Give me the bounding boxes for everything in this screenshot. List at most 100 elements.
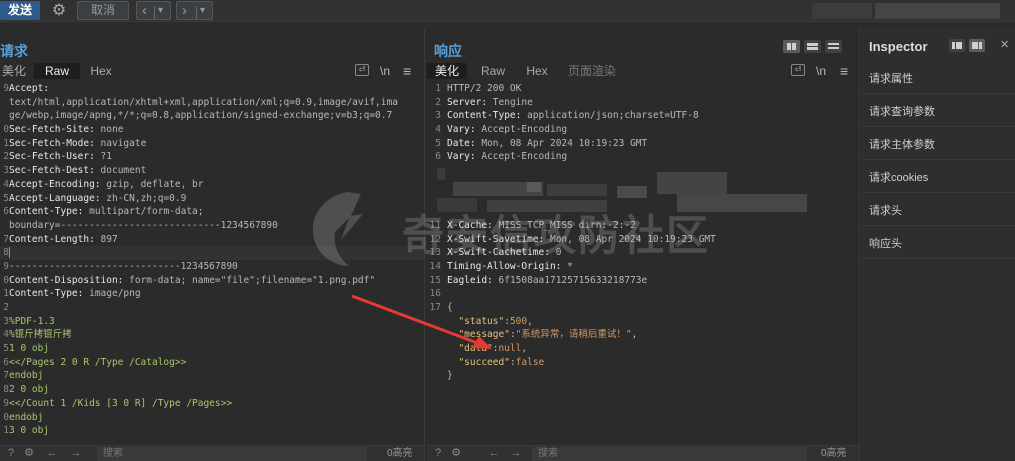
- json-key: "status": [458, 315, 505, 327]
- json-value: 500: [509, 315, 528, 327]
- json-value: "系统异常，请稍后重试！": [515, 329, 632, 341]
- settings-icon[interactable]: ⚙: [449, 447, 463, 460]
- redacted-block: [437, 168, 445, 181]
- inspector-section[interactable]: 请求属性: [861, 64, 1015, 94]
- text-cursor: [9, 247, 10, 259]
- line-text: <</Count 1 /Kids [3 0 R] /Type /Pages>>: [9, 397, 233, 409]
- redacted-target: [812, 3, 872, 19]
- header-name: Eagleid: [447, 274, 488, 286]
- redacted-block: [617, 186, 647, 199]
- redacted-block: [547, 184, 607, 197]
- line-text: multipart/form-data;: [89, 206, 204, 218]
- header-colon: :: [89, 137, 95, 149]
- line-text: application/json;charset=UTF-8: [527, 110, 699, 122]
- inspector-section[interactable]: 请求头: [861, 196, 1015, 226]
- tab-pretty[interactable]: 美化: [0, 63, 28, 79]
- inspector-section[interactable]: 响应头: [861, 229, 1015, 259]
- inspector-section[interactable]: 请求查询参数: [861, 97, 1015, 127]
- line-text: 3 0 obj: [9, 425, 50, 437]
- search-input[interactable]: 搜索: [97, 447, 367, 461]
- redacted-block: [437, 198, 477, 213]
- inspector-layout-icon[interactable]: [949, 39, 965, 52]
- line-text: Accept-Encoding: [481, 151, 568, 163]
- line-number: 8: [3, 247, 9, 259]
- prev-match-icon[interactable]: ←: [45, 447, 59, 460]
- next-match-icon[interactable]: →: [69, 447, 83, 460]
- editor-line: 2: [0, 301, 424, 315]
- chevron-down-icon[interactable]: ▾: [158, 2, 163, 19]
- layout-stacked-icon[interactable]: [804, 40, 821, 53]
- editor-line: 7Content-Length: 897: [0, 233, 424, 247]
- tab-hex[interactable]: Hex: [85, 63, 117, 79]
- json-line: "status":500,: [427, 315, 859, 329]
- line-number: 3: [3, 315, 9, 327]
- help-icon[interactable]: ?: [431, 447, 445, 460]
- tab-pretty[interactable]: 美化: [427, 63, 467, 79]
- response-editor[interactable]: 1 HTTP/2 200 OK 2 Server: Tengine 3 Content-T…: [427, 82, 859, 383]
- wrap-icon[interactable]: ⏎: [791, 64, 805, 76]
- editor-line: 6<</Pages 2 0 R /Type /Catalog>>: [0, 356, 424, 370]
- line-number: 9: [3, 83, 9, 94]
- line-number: 8: [3, 384, 9, 396]
- line-number: 1: [3, 137, 9, 149]
- newline-toggle[interactable]: \n: [380, 64, 390, 78]
- header-colon: :: [94, 178, 101, 190]
- line-text: 0: [555, 247, 562, 259]
- tab-render[interactable]: 页面渲染: [564, 63, 620, 79]
- chevron-down-icon[interactable]: ▾: [200, 2, 205, 19]
- line-text: 1 0 obj: [9, 343, 50, 355]
- send-button[interactable]: 发送: [0, 1, 40, 20]
- header-name: X-Swift-Cachetime: [447, 247, 545, 259]
- json-comma: ,: [527, 315, 533, 327]
- prev-match-icon[interactable]: ←: [487, 447, 501, 460]
- line-text: Tengine: [492, 96, 533, 108]
- header-name: X-Cache: [447, 219, 488, 231]
- cancel-button[interactable]: 取消: [77, 1, 129, 20]
- line-text: <</Pages 2 0 R /Type /Catalog>>: [9, 356, 187, 368]
- line-text: document: [100, 165, 147, 177]
- search-input[interactable]: 搜索: [532, 447, 807, 461]
- json-value: false: [515, 356, 545, 368]
- help-icon[interactable]: ?: [4, 447, 18, 460]
- request-editor[interactable]: 9Accept: text/html,application/xhtml+xml…: [0, 82, 424, 438]
- editor-line: 1 HTTP/2 200 OK: [427, 82, 859, 96]
- json-key: "data": [458, 343, 493, 355]
- request-tabs: 美化 Raw Hex ⏎ \n ≡: [0, 63, 424, 79]
- line-number: 17: [429, 302, 441, 314]
- editor-line: 51 0 obj: [0, 342, 424, 356]
- tab-hex[interactable]: Hex: [521, 63, 553, 79]
- line-number: 4: [3, 178, 9, 190]
- next-match-icon[interactable]: →: [509, 447, 523, 460]
- layout-toggle[interactable]: [783, 34, 853, 53]
- redacted-lines: [427, 164, 859, 219]
- editor-line: 17 {: [427, 301, 859, 315]
- header-name: Sec-Fetch-Site: [9, 124, 90, 136]
- tab-raw[interactable]: Raw: [34, 63, 80, 79]
- menu-icon[interactable]: ≡: [840, 64, 848, 78]
- layout-tabs-icon[interactable]: [825, 40, 842, 53]
- json-key: "message": [458, 329, 510, 341]
- gear-icon[interactable]: ⚙: [48, 1, 70, 20]
- header-colon: :: [77, 206, 84, 218]
- tab-raw[interactable]: Raw: [477, 63, 509, 79]
- inspector-section[interactable]: 请求主体参数: [861, 130, 1015, 160]
- settings-icon[interactable]: ⚙: [22, 447, 36, 460]
- wrap-icon[interactable]: ⏎: [355, 64, 369, 76]
- layout-side-by-side-icon[interactable]: [783, 40, 800, 53]
- back-button[interactable]: ‹ ▾: [136, 1, 171, 20]
- inspector-close-icon[interactable]: ✕: [1000, 38, 1009, 51]
- request-pane: 请求 美化 Raw Hex ⏎ \n ≡ 9Accept: text/html,…: [0, 28, 425, 461]
- editor-line: 9------------------------------123456789…: [0, 260, 424, 274]
- inspector-section[interactable]: 请求cookies: [861, 163, 1015, 193]
- line-number: 5: [3, 192, 9, 204]
- newline-toggle[interactable]: \n: [816, 64, 826, 78]
- line-text: %PDF-1.3: [9, 315, 55, 327]
- menu-icon[interactable]: ≡: [403, 64, 411, 78]
- inspector-layout-icon[interactable]: [969, 39, 985, 52]
- editor-line: 0Sec-Fetch-Site: none: [0, 123, 424, 137]
- line-text: HTTP/2 200 OK: [447, 83, 522, 94]
- forward-button[interactable]: › ▾: [176, 1, 213, 20]
- json-line: "data":null,: [427, 342, 859, 356]
- editor-line: 13 X-Swift-Cachetime: 0: [427, 246, 859, 260]
- response-title: 响应: [434, 43, 462, 59]
